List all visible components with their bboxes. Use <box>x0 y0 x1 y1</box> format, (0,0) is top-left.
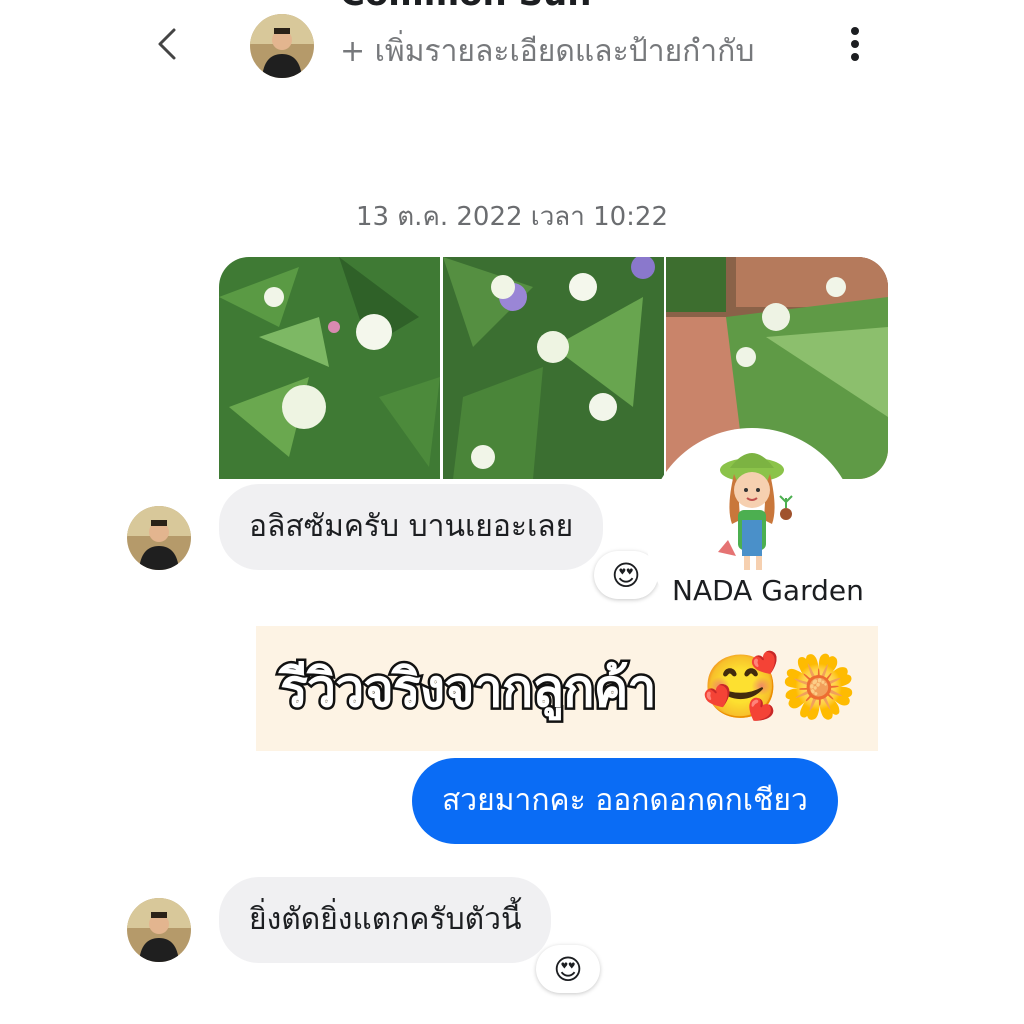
flower-photo-1[interactable] <box>219 257 440 479</box>
add-details-link[interactable]: + เพิ่มรายละเอียดและป้ายกำกับ <box>340 26 760 78</box>
back-button[interactable] <box>148 24 188 64</box>
message-timestamp: 13 ต.ค. 2022 เวลา 10:22 <box>355 202 669 232</box>
daisy-emoji: 🌼 <box>780 650 858 723</box>
smiling-hearts-emoji: 🥰 <box>702 650 780 723</box>
incoming-message-bubble[interactable]: อลิสซัมครับ บานเยอะเลย <box>219 484 604 570</box>
review-banner: รีวิวจริงจากลูกค้า 🥰 🌼 <box>256 626 878 751</box>
nada-garden-logo <box>646 428 858 640</box>
more-options-button[interactable] <box>838 24 872 64</box>
chevron-left-icon <box>158 28 176 60</box>
heart-eyes-reaction[interactable]: 😍 <box>536 945 600 993</box>
contact-avatar-small[interactable] <box>127 898 191 962</box>
flower-photo-2[interactable] <box>443 257 664 479</box>
contact-name: Common Sun <box>340 0 591 14</box>
gardener-girl-icon <box>718 453 793 570</box>
contact-avatar[interactable] <box>250 14 314 78</box>
more-vertical-icon <box>851 27 859 61</box>
brand-name: NADA Garden <box>672 574 864 607</box>
banner-title: รีวิวจริงจากลูกค้า <box>278 657 660 722</box>
outgoing-message-bubble[interactable]: สวยมากคะ ออกดอกดกเชียว <box>412 758 838 844</box>
incoming-message-bubble[interactable]: ยิ่งตัดยิ่งแตกครับตัวนี้ <box>219 877 552 963</box>
contact-avatar-small[interactable] <box>127 506 191 570</box>
